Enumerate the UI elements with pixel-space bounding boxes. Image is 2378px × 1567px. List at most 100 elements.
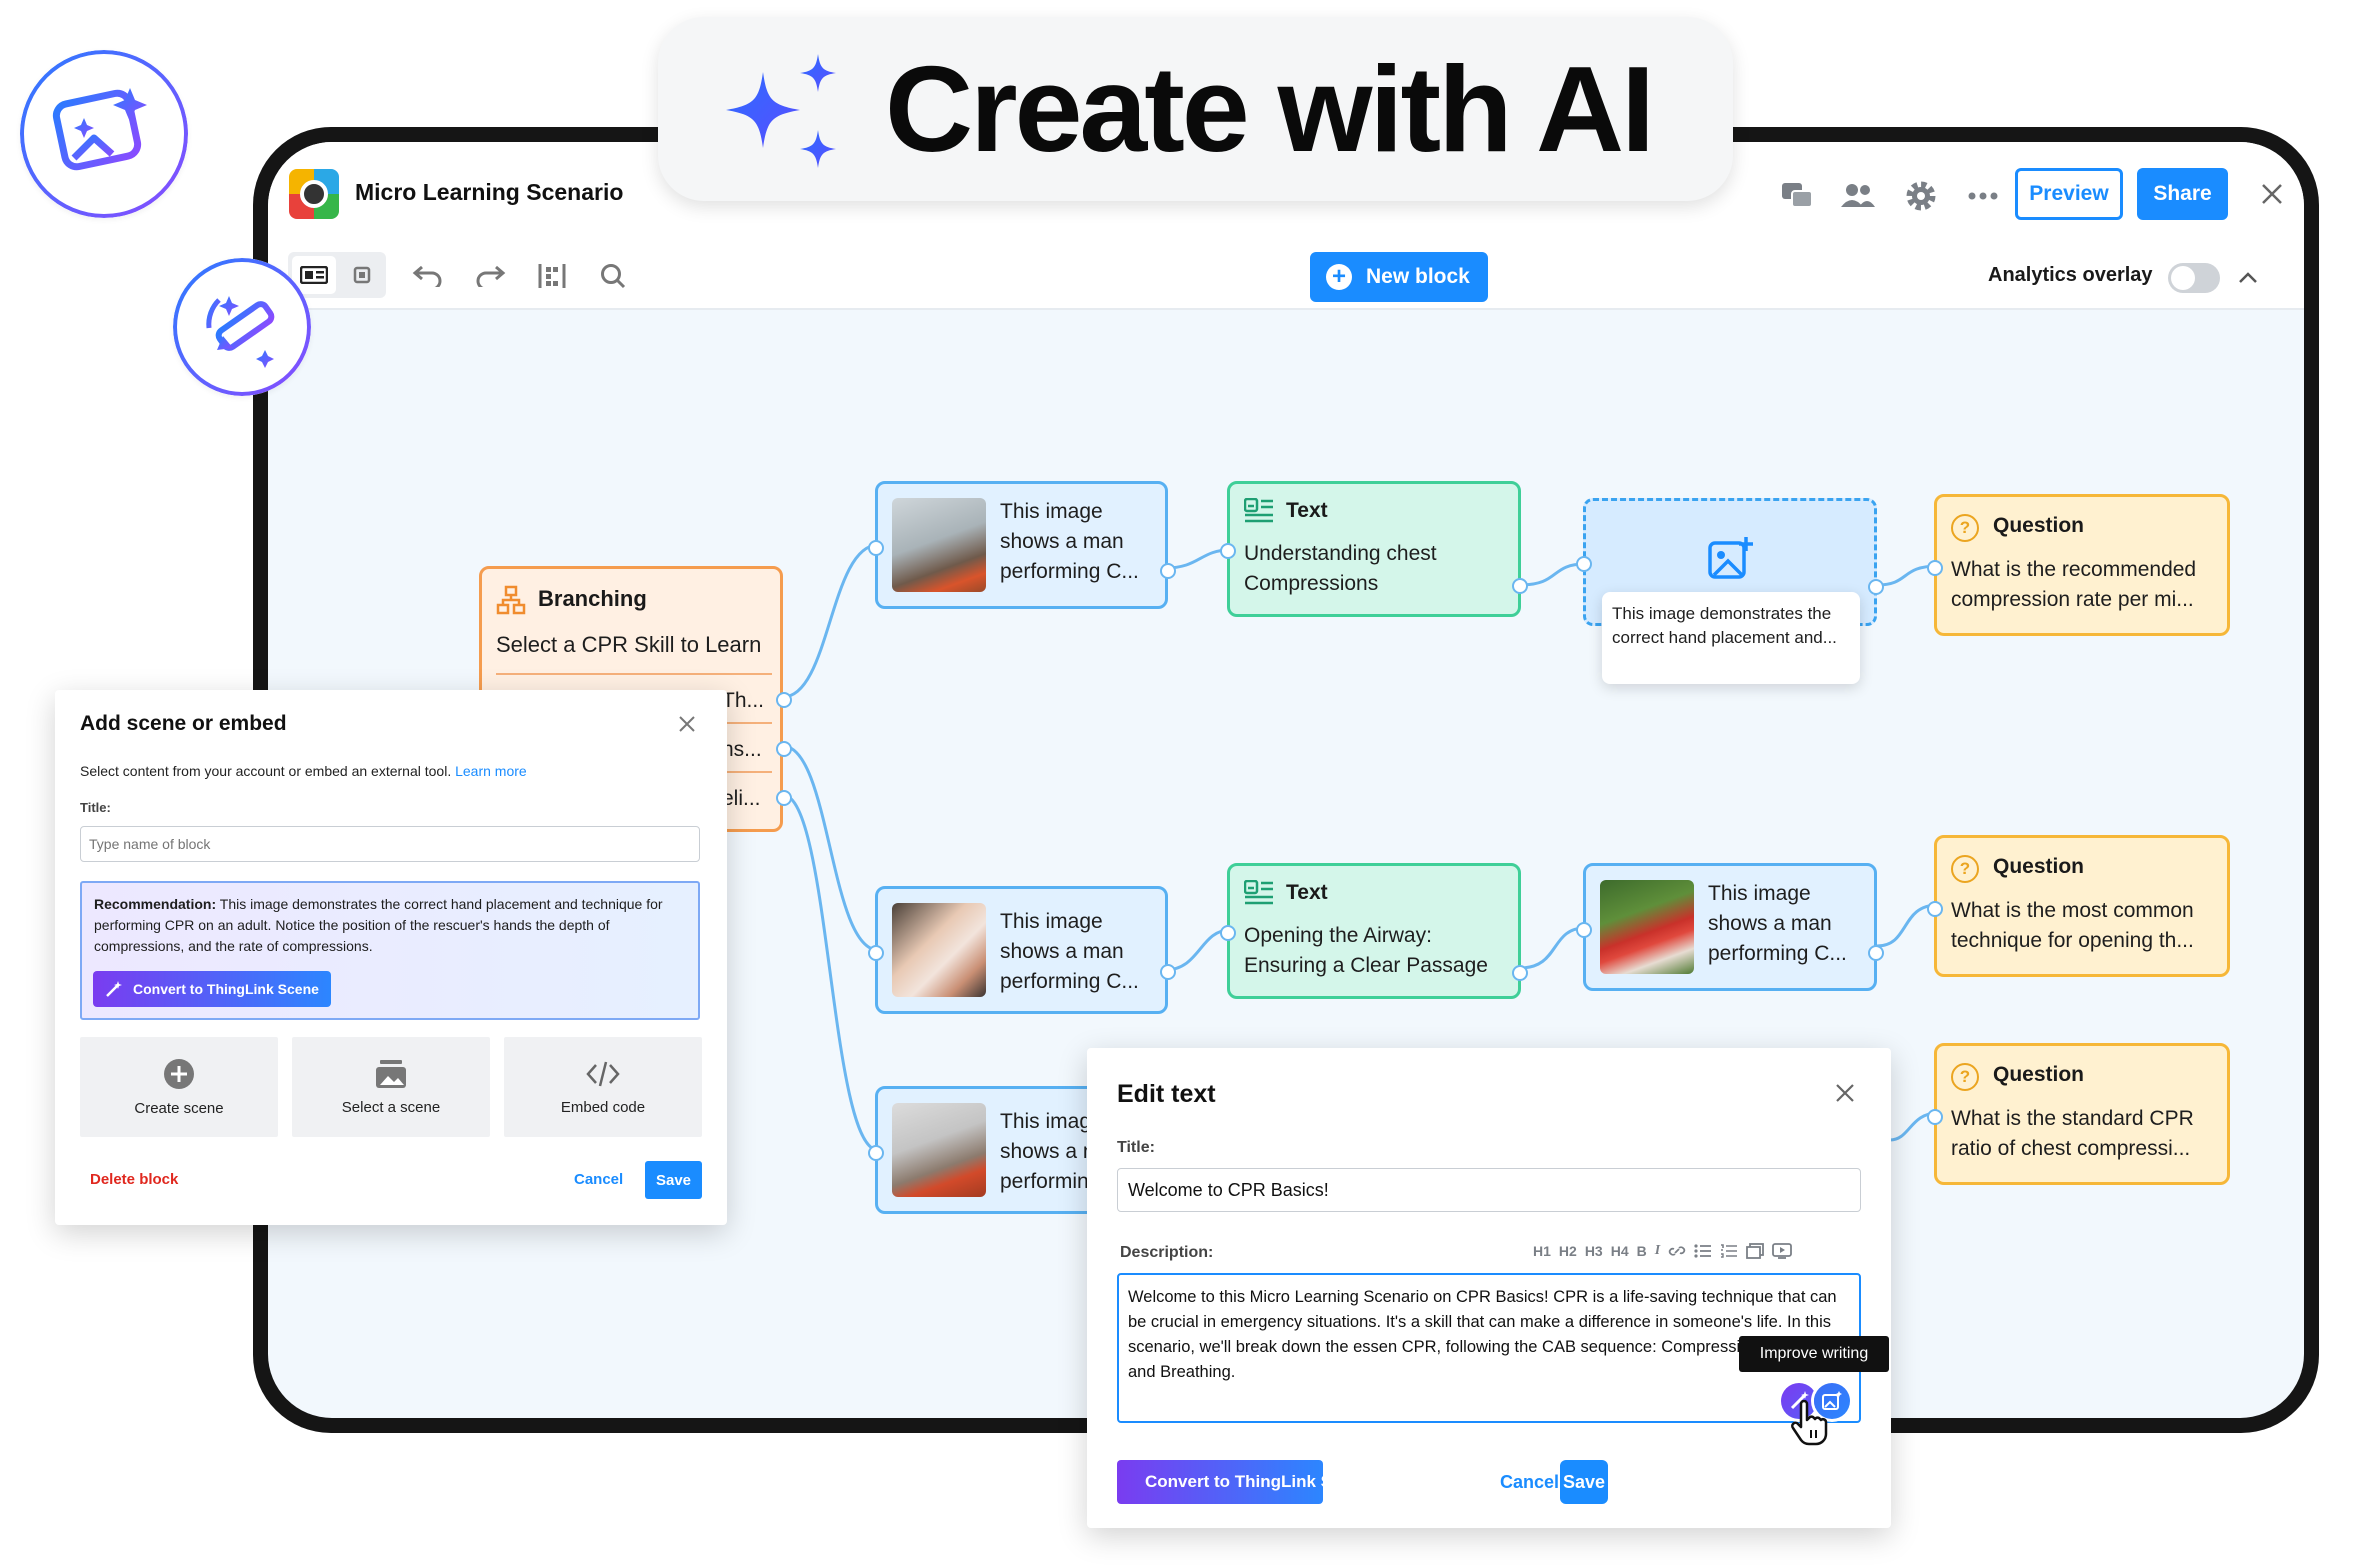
- cpr-thumbnail: [892, 498, 986, 592]
- h2-button[interactable]: H2: [1559, 1243, 1577, 1259]
- port-in[interactable]: [1927, 901, 1943, 917]
- port-out[interactable]: [1868, 579, 1884, 595]
- question-block-1-title: Question: [1993, 514, 2085, 537]
- add-image-icon: [1708, 537, 1753, 579]
- insert-image-icon[interactable]: [1746, 1243, 1765, 1259]
- port-out[interactable]: [1868, 945, 1884, 961]
- question-block-3-title: Question: [1993, 1063, 2085, 1086]
- port-out[interactable]: [1160, 563, 1176, 579]
- text-block-icon: [1244, 880, 1273, 905]
- image-block-3[interactable]: This image shows a man performing C...: [1576, 863, 1884, 991]
- format-toolbar: H1 H2 H3 H4 B I: [1533, 1243, 1793, 1259]
- add-scene-description: Select content from your account or embe…: [80, 763, 527, 779]
- numbered-list-icon[interactable]: [1720, 1244, 1738, 1258]
- port-in[interactable]: [1576, 556, 1592, 572]
- improve-writing-tooltip: Improve writing: [1739, 1336, 1889, 1372]
- convert-scene-button[interactable]: Convert to ThingLink Scene: [1117, 1460, 1371, 1504]
- edit-text-save-button[interactable]: Save: [1560, 1460, 1608, 1504]
- image-block-2[interactable]: This image shows a man performing C...: [868, 886, 1176, 1014]
- bullet-list-icon[interactable]: [1694, 1244, 1712, 1258]
- question-block-1-text: What is the recommended compression rate…: [1951, 558, 2197, 611]
- branch-port-3[interactable]: [776, 790, 792, 806]
- add-scene-title: Add scene or embed: [80, 712, 287, 735]
- rescuer-thumbnail: [1600, 880, 1694, 974]
- branch-option-3[interactable]: eli...: [722, 784, 761, 814]
- text-block-icon: [1244, 498, 1273, 523]
- port-out[interactable]: [1512, 965, 1528, 981]
- convert-scene-button-small[interactable]: Convert to ThingLink Scene: [93, 971, 331, 1007]
- ai-image-caption-popover: This image demonstrates the correct hand…: [1602, 592, 1860, 684]
- select-scene-tile[interactable]: Select a scene: [292, 1037, 490, 1137]
- port-in[interactable]: [1927, 1109, 1943, 1125]
- branching-title: Branching: [538, 586, 647, 611]
- add-scene-cancel-button[interactable]: Cancel: [574, 1171, 623, 1188]
- port-in[interactable]: [868, 945, 884, 961]
- embed-code-tile[interactable]: Embed code: [504, 1037, 702, 1137]
- italic-button[interactable]: I: [1655, 1243, 1660, 1259]
- branch-option-1[interactable]: Th...: [722, 686, 764, 716]
- manikin-thumbnail: [892, 1103, 986, 1197]
- delete-block-link[interactable]: Delete block: [90, 1171, 178, 1188]
- recommendation-label: Recommendation:: [94, 896, 217, 912]
- question-block-2[interactable]: ? Question What is the most common techn…: [1927, 835, 2230, 977]
- edit-text-dialog: Edit text Title: Welcome to CPR Basics! …: [1087, 1048, 1891, 1528]
- question-icon: ?: [1951, 514, 1979, 542]
- link-icon[interactable]: [1668, 1244, 1686, 1258]
- port-in[interactable]: [1220, 543, 1236, 559]
- hand-cursor-icon: [1791, 1400, 1828, 1446]
- add-scene-description-text: Select content from your account or embe…: [80, 763, 452, 779]
- insert-media-icon[interactable]: [1772, 1243, 1793, 1259]
- edit-text-title: Edit text: [1117, 1080, 1216, 1108]
- add-scene-close-icon[interactable]: [677, 714, 697, 734]
- branching-subtitle: Select a CPR Skill to Learn: [496, 632, 762, 657]
- text-block-1[interactable]: Text Understanding chest Compressions: [1220, 481, 1528, 617]
- text-block-2[interactable]: Text Opening the Airway: Ensuring a Clea…: [1220, 863, 1528, 999]
- convert-label-small: Convert to ThingLink Scene: [133, 981, 319, 997]
- create-scene-tile[interactable]: Create scene: [80, 1037, 278, 1137]
- edit-text-close-icon[interactable]: [1834, 1082, 1856, 1104]
- text-block-1-title: Text: [1286, 499, 1328, 522]
- question-block-2-text: What is the most common technique for op…: [1951, 899, 2194, 952]
- magic-wand-icon: [106, 981, 122, 997]
- image-block-2-text: This image shows a man performing C...: [1000, 910, 1139, 993]
- text-block-1-text: Understanding chest Compressions: [1244, 542, 1437, 595]
- ai-sparkle-icon: [726, 54, 836, 168]
- bold-button[interactable]: B: [1637, 1243, 1647, 1259]
- edit-title-input[interactable]: Welcome to CPR Basics!: [1117, 1168, 1861, 1212]
- image-block-1[interactable]: This image shows a man performing C...: [868, 481, 1176, 609]
- port-out[interactable]: [1160, 964, 1176, 980]
- ai-pencil-badge-icon: [173, 258, 311, 396]
- h4-button[interactable]: H4: [1611, 1243, 1629, 1259]
- port-in[interactable]: [1220, 925, 1236, 941]
- image-block-4-text: This imag shows a n performin: [1000, 1110, 1095, 1193]
- question-icon: ?: [1951, 1063, 1979, 1091]
- port-out[interactable]: [1512, 578, 1528, 594]
- branch-port-2[interactable]: [776, 741, 792, 757]
- gallery-icon: [376, 1059, 406, 1088]
- port-in[interactable]: [1927, 560, 1943, 576]
- port-in[interactable]: [1576, 922, 1592, 938]
- ai-image-caption: This image demonstrates the correct hand…: [1612, 604, 1837, 647]
- port-in[interactable]: [868, 540, 884, 556]
- image-block-1-text: This image shows a man performing C...: [1000, 500, 1139, 583]
- h3-button[interactable]: H3: [1585, 1243, 1603, 1259]
- question-icon: ?: [1951, 855, 1979, 883]
- block-title-input[interactable]: [80, 826, 700, 862]
- branching-icon: [496, 585, 526, 615]
- learn-more-link[interactable]: Learn more: [455, 763, 527, 779]
- convert-label: Convert to ThingLink Scene: [1145, 1472, 1371, 1491]
- question-block-3[interactable]: ? Question What is the standard CPR rati…: [1927, 1043, 2230, 1185]
- h1-button[interactable]: H1: [1533, 1243, 1551, 1259]
- text-block-2-text: Opening the Airway: Ensuring a Clear Pas…: [1244, 924, 1488, 977]
- add-scene-save-button[interactable]: Save: [645, 1161, 702, 1199]
- tile-label-select: Select a scene: [341, 1098, 441, 1116]
- tile-label-create: Create scene: [134, 1099, 224, 1117]
- edit-title-label: Title:: [1117, 1139, 1155, 1156]
- question-block-1[interactable]: ? Question What is the recommended compr…: [1927, 494, 2230, 636]
- branch-option-2[interactable]: ns...: [722, 735, 762, 765]
- recommendation-text: Recommendation: This image demonstrates …: [94, 894, 688, 957]
- edit-title-value: Welcome to CPR Basics!: [1128, 1180, 1329, 1200]
- port-in[interactable]: [868, 1145, 884, 1161]
- edit-text-cancel-button[interactable]: Cancel: [1500, 1472, 1559, 1493]
- branch-port-1[interactable]: [776, 692, 792, 708]
